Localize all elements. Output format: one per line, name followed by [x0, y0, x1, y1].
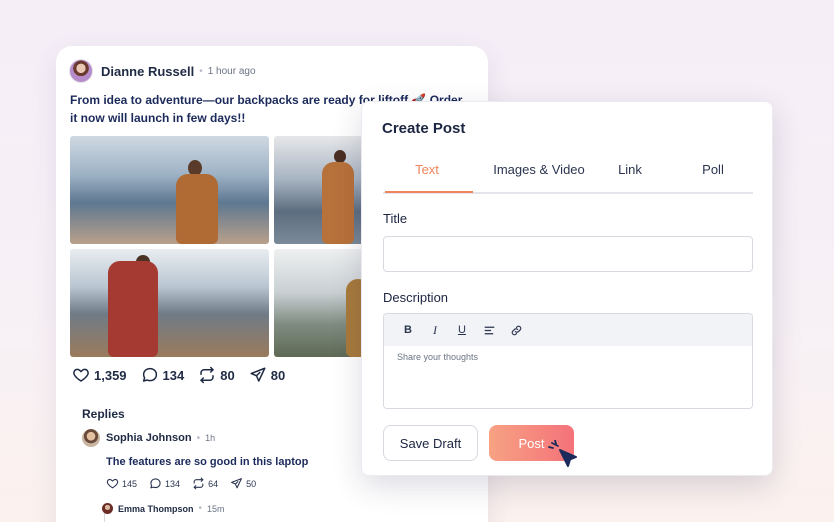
- post-photo[interactable]: [274, 136, 370, 244]
- reply-author[interactable]: Sophia Johnson: [106, 432, 192, 444]
- comment-button[interactable]: 134: [141, 366, 185, 384]
- reply-repost-button[interactable]: 64: [192, 477, 218, 490]
- post-photo[interactable]: [70, 136, 269, 244]
- description-editor: B I U: [383, 313, 753, 409]
- author-name[interactable]: Dianne Russell: [101, 64, 194, 79]
- like-count: 1,359: [94, 367, 127, 383]
- post-photo[interactable]: [274, 249, 370, 357]
- comment-icon: [142, 367, 157, 382]
- italic-button[interactable]: I: [426, 321, 444, 339]
- reply-comment-button[interactable]: 134: [149, 477, 180, 490]
- editor-toolbar: B I U: [384, 314, 752, 346]
- link-button[interactable]: [507, 321, 525, 339]
- avatar[interactable]: [69, 59, 93, 83]
- avatar[interactable]: [102, 503, 113, 514]
- send-icon: [231, 478, 242, 489]
- save-draft-button[interactable]: Save Draft: [383, 425, 478, 461]
- share-button[interactable]: 80: [249, 366, 285, 384]
- post-type-tabs: Text Images & Video Link Poll: [383, 152, 753, 194]
- comment-count: 134: [162, 367, 185, 383]
- title-input[interactable]: [383, 236, 753, 272]
- comment-icon: [150, 478, 161, 489]
- reply-time: 1h: [205, 433, 216, 443]
- avatar[interactable]: [82, 429, 100, 447]
- subreply-author[interactable]: Emma Thompson: [118, 504, 194, 514]
- align-left-icon: [484, 326, 494, 334]
- reply-share-button[interactable]: 50: [230, 477, 256, 490]
- heart-icon: [106, 478, 119, 489]
- align-button[interactable]: [480, 321, 498, 339]
- separator-dot: •: [196, 432, 201, 444]
- modal-title: Create Post: [382, 120, 466, 137]
- underline-button[interactable]: U: [453, 321, 471, 339]
- tab-link[interactable]: Link: [598, 162, 662, 177]
- separator-dot: •: [199, 65, 203, 77]
- reply-comment-count: 134: [165, 478, 181, 489]
- reply-repost-count: 64: [208, 478, 219, 489]
- separator-dot: •: [198, 503, 203, 514]
- title-label: Title: [383, 211, 408, 226]
- post-header: Dianne Russell • 1 hour ago: [69, 59, 256, 83]
- link-icon: [511, 325, 521, 335]
- pointer-cursor-icon: [548, 440, 577, 467]
- subreply-item: Emma Thompson • 15m: [102, 503, 225, 514]
- reply-like-button[interactable]: 145: [106, 477, 137, 490]
- tab-poll[interactable]: Poll: [681, 162, 745, 177]
- subreply-time: 15m: [207, 503, 225, 514]
- repost-icon: [200, 366, 214, 384]
- share-count: 80: [270, 367, 286, 383]
- heart-icon: [73, 368, 89, 382]
- active-tab-indicator: [385, 191, 473, 193]
- description-label: Description: [383, 290, 449, 305]
- tab-text[interactable]: Text: [383, 162, 471, 177]
- post-photo[interactable]: [70, 249, 269, 357]
- tab-images-video[interactable]: Images & Video: [488, 162, 590, 177]
- create-post-modal: Create Post Text Images & Video Link Pol…: [361, 101, 773, 476]
- send-icon: [250, 367, 266, 382]
- reply-share-count: 50: [246, 478, 257, 489]
- description-textarea[interactable]: [384, 346, 752, 408]
- like-button[interactable]: 1,359: [72, 366, 127, 384]
- replies-heading: Replies: [82, 407, 125, 421]
- bold-button[interactable]: B: [399, 321, 417, 339]
- post-time: 1 hour ago: [207, 65, 256, 77]
- reply-like-count: 145: [122, 478, 138, 489]
- repost-count: 80: [220, 367, 235, 383]
- reply-actions: 145 134 64 50: [106, 477, 462, 490]
- repost-button[interactable]: 80: [198, 366, 235, 384]
- post-actions: 1,359 134 80 80: [72, 366, 299, 384]
- repost-icon: [193, 477, 204, 490]
